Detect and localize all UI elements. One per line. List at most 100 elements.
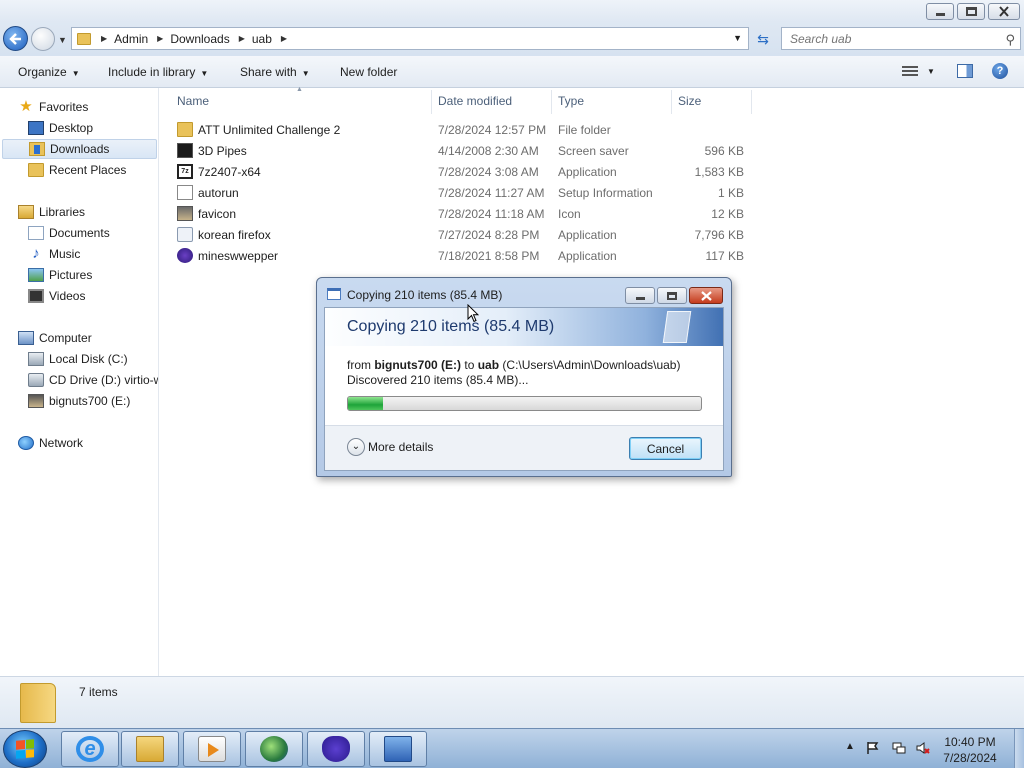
breadcrumb-separator-icon[interactable]: ▶ (239, 34, 245, 43)
file-row[interactable]: ATT Unlimited Challenge 2 7/28/2024 12:5… (172, 119, 752, 140)
help-icon[interactable]: ? (992, 63, 1008, 79)
clock-time: 10:40 PM (944, 735, 996, 749)
cd-drive-icon (28, 373, 44, 387)
7zip-icon: 7z (177, 164, 193, 179)
column-header-size[interactable]: Size (678, 94, 701, 110)
nav-favorites[interactable]: ★ Favorites (18, 97, 88, 117)
maximize-icon (667, 291, 677, 300)
nav-downloads[interactable]: Downloads (2, 139, 157, 159)
minimize-button[interactable] (926, 3, 954, 20)
include-in-library-button[interactable]: Include in library ▼ (108, 65, 208, 79)
column-header-date-modified[interactable]: Date modified (438, 94, 512, 110)
column-divider[interactable] (431, 90, 432, 114)
file-type: Setup Information (558, 186, 653, 200)
recent-pages-dropdown-icon[interactable]: ▼ (58, 35, 67, 45)
file-row[interactable]: favicon 7/28/2024 11:18 AM Icon 12 KB (172, 203, 752, 224)
nav-music[interactable]: ♪ Music (28, 244, 80, 264)
taskbar-globe-app[interactable] (245, 731, 303, 767)
chevron-down-icon: ▼ (301, 69, 310, 78)
taskbar-internet-explorer[interactable]: e (61, 731, 119, 767)
column-divider[interactable] (751, 90, 752, 114)
breadcrumb-separator-icon[interactable]: ▶ (281, 34, 287, 43)
nav-libraries[interactable]: Libraries (18, 202, 85, 222)
breadcrumb-separator-icon[interactable]: ▶ (101, 34, 107, 43)
copy-animation-icon (662, 311, 692, 343)
copy-progress-bar (347, 396, 702, 411)
sort-indicator-icon: ▲ (296, 86, 303, 93)
file-row[interactable]: 3D Pipes 4/14/2008 2:30 AM Screen saver … (172, 140, 752, 161)
breadcrumb-admin[interactable]: Admin (114, 32, 148, 46)
refresh-button[interactable]: ⇆ (753, 30, 773, 48)
organize-button[interactable]: Organize ▼ (18, 65, 80, 79)
breadcrumb-separator-icon[interactable]: ▶ (157, 34, 163, 43)
dialog-minimize-button[interactable] (625, 287, 655, 304)
nav-network[interactable]: Network (18, 433, 83, 453)
address-bar[interactable]: ▶ Admin ▶ Downloads ▶ uab ▶ ▼ (71, 27, 749, 50)
close-button[interactable] (988, 3, 1020, 20)
search-input[interactable] (790, 31, 990, 46)
system-clock[interactable]: 10:40 PM 7/28/2024 (930, 734, 1010, 766)
destination-link[interactable]: uab (478, 358, 499, 372)
file-type: Application (558, 249, 617, 263)
start-button[interactable] (3, 730, 47, 768)
restore-icon (965, 7, 977, 16)
taskbar-blue-app[interactable] (307, 731, 365, 767)
column-header-name[interactable]: Name (177, 94, 209, 110)
from-label: from (347, 358, 371, 372)
nav-local-disk[interactable]: Local Disk (C:) (28, 349, 128, 369)
network-tray-icon[interactable] (892, 741, 906, 755)
file-row[interactable]: korean firefox 7/27/2024 8:28 PM Applica… (172, 224, 752, 245)
nav-pictures[interactable]: Pictures (28, 265, 92, 285)
volume-muted-icon[interactable] (916, 741, 930, 755)
new-folder-button[interactable]: New folder (340, 65, 397, 79)
nav-label: bignuts700 (E:) (49, 394, 131, 408)
nav-label: Music (49, 247, 81, 261)
dialog-close-button[interactable] (689, 287, 723, 304)
file-size: 7,796 KB (694, 228, 744, 242)
source-link[interactable]: bignuts700 (E:) (374, 358, 461, 372)
downloads-icon (29, 142, 45, 156)
change-view-icon[interactable] (902, 64, 918, 78)
action-center-flag-icon[interactable] (866, 741, 880, 755)
taskbar-control-panel[interactable] (369, 731, 427, 767)
file-row[interactable]: 7z 7z2407-x64 7/28/2024 3:08 AM Applicat… (172, 161, 752, 182)
column-divider[interactable] (671, 90, 672, 114)
nav-recent-places[interactable]: Recent Places (28, 160, 126, 180)
maximize-button[interactable] (957, 3, 985, 20)
copy-status: Discovered 210 items (85.4 MB)... (347, 373, 529, 387)
back-button[interactable] (3, 26, 28, 51)
column-header-type[interactable]: Type (558, 94, 584, 110)
nav-desktop[interactable]: Desktop (28, 118, 93, 138)
breadcrumb-downloads[interactable]: Downloads (170, 32, 229, 46)
file-date: 4/14/2008 2:30 AM (438, 144, 539, 158)
taskbar-windows-explorer[interactable] (121, 731, 179, 767)
nav-videos[interactable]: Videos (28, 286, 85, 306)
column-divider[interactable] (551, 90, 552, 114)
nav-usb-drive[interactable]: bignuts700 (E:) (28, 391, 130, 411)
view-dropdown-icon[interactable]: ▼ (927, 67, 935, 76)
internet-explorer-icon: e (76, 736, 104, 762)
show-hidden-icons-icon[interactable]: ▲ (845, 741, 855, 752)
more-details-toggle[interactable]: ⌄ More details (347, 438, 433, 456)
nav-label: Network (39, 436, 84, 450)
nav-documents[interactable]: Documents (28, 223, 110, 243)
file-row[interactable]: mineswwepper 7/18/2021 8:58 PM Applicati… (172, 245, 752, 266)
control-panel-icon (384, 736, 412, 762)
pictures-icon (28, 268, 44, 282)
nav-computer[interactable]: Computer (18, 328, 92, 348)
show-desktop-button[interactable] (1014, 729, 1024, 768)
cancel-button[interactable]: Cancel (629, 437, 702, 460)
nav-cd-drive[interactable]: CD Drive (D:) virtio-w (28, 370, 158, 390)
share-with-button[interactable]: Share with ▼ (240, 65, 310, 79)
nav-label: Libraries (39, 205, 86, 219)
taskbar-media-player[interactable] (183, 731, 241, 767)
preview-pane-icon[interactable] (957, 64, 973, 78)
search-box[interactable]: ⚲ (781, 27, 1021, 50)
dialog-maximize-button[interactable] (657, 287, 687, 304)
breadcrumb-uab[interactable]: uab (252, 32, 272, 46)
address-dropdown-icon[interactable]: ▼ (733, 33, 742, 43)
forward-button[interactable] (31, 27, 55, 51)
nav-label: Downloads (50, 142, 110, 156)
file-row[interactable]: autorun 7/28/2024 11:27 AM Setup Informa… (172, 182, 752, 203)
application-icon (177, 227, 193, 242)
